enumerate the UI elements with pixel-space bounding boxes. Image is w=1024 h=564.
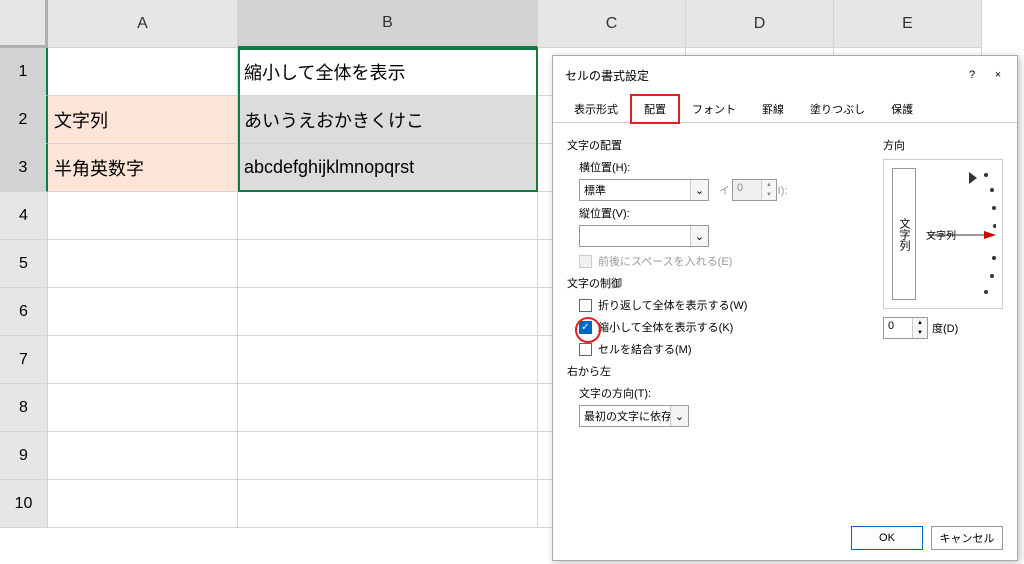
row-header-6[interactable]: 6 <box>0 288 48 336</box>
orientation-dial-icon: 文字列 <box>924 168 996 302</box>
tab-protection[interactable]: 保護 <box>878 95 926 123</box>
row-header-1[interactable]: 1 <box>0 48 48 96</box>
col-header-a[interactable]: A <box>48 0 238 48</box>
cell-a3[interactable]: 半角英数字 <box>48 144 238 192</box>
col-header-d[interactable]: D <box>686 0 834 48</box>
cell-b3[interactable]: abcdefghijklmnopqrst <box>238 144 538 192</box>
spinner-up-icon[interactable]: ▲ <box>913 318 927 328</box>
section-text-alignment: 文字の配置 <box>567 137 867 153</box>
dialog-footer: OK キャンセル <box>851 526 1003 550</box>
cell-b2[interactable]: あいうえおかきくけこ <box>238 96 538 144</box>
dialog-titlebar[interactable]: セルの書式設定 ? × <box>553 56 1017 94</box>
alignment-panel: 文字の配置 横位置(H): 標準 ⌄ インデント(I): 0 ▲▼ 縦位置(V)… <box>567 133 867 431</box>
tab-alignment[interactable]: 配置 <box>631 95 679 123</box>
degree-spinner[interactable]: 0 ▲▼ <box>883 317 928 339</box>
cell-b6[interactable] <box>238 288 538 336</box>
cell-a2[interactable]: 文字列 <box>48 96 238 144</box>
cell-b4[interactable] <box>238 192 538 240</box>
justify-distributed-label: 前後にスペースを入れる(E) <box>598 253 732 269</box>
cell-a10[interactable] <box>48 480 238 528</box>
row-header-10[interactable]: 10 <box>0 480 48 528</box>
row-header-2[interactable]: 2 <box>0 96 48 144</box>
cell-b5[interactable] <box>238 240 538 288</box>
spinner-up-icon[interactable]: ▲ <box>762 180 776 190</box>
cell-a8[interactable] <box>48 384 238 432</box>
orientation-control[interactable]: 文字列 文字列 <box>883 159 1003 309</box>
dialog-title: セルの書式設定 <box>565 67 959 84</box>
indent-spinner[interactable]: 0 ▲▼ <box>732 179 777 201</box>
horizontal-select[interactable]: 標準 ⌄ <box>579 179 709 201</box>
cell-b9[interactable] <box>238 432 538 480</box>
col-header-c[interactable]: C <box>538 0 686 48</box>
degree-label: 度(D) <box>932 320 958 336</box>
format-cells-dialog: セルの書式設定 ? × 表示形式 配置 フォント 罫線 塗りつぶし 保護 文字の… <box>552 55 1018 561</box>
shrink-to-fit-label: 縮小して全体を表示する(K) <box>598 319 733 335</box>
row-header-3[interactable]: 3 <box>0 144 48 192</box>
orientation-dial[interactable]: 文字列 <box>924 168 994 300</box>
cell-b8[interactable] <box>238 384 538 432</box>
chevron-down-icon: ⌄ <box>690 180 708 200</box>
cell-a5[interactable] <box>48 240 238 288</box>
dialog-body: 文字の配置 横位置(H): 標準 ⌄ インデント(I): 0 ▲▼ 縦位置(V)… <box>553 123 1017 441</box>
ok-button[interactable]: OK <box>851 526 923 550</box>
col-header-b[interactable]: B <box>238 0 538 48</box>
horizontal-label: 横位置(H): <box>579 159 649 175</box>
text-direction-select[interactable]: 最初の文字に依存 ⌄ <box>579 405 689 427</box>
col-header-e[interactable]: E <box>834 0 982 48</box>
dialog-tabs: 表示形式 配置 フォント 罫線 塗りつぶし 保護 <box>553 94 1017 123</box>
merge-cells-label: セルを結合する(M) <box>598 341 692 357</box>
cell-a1[interactable] <box>48 48 238 96</box>
indent-value: 0 <box>733 180 761 200</box>
cell-b7[interactable] <box>238 336 538 384</box>
tab-number-format[interactable]: 表示形式 <box>561 95 631 123</box>
tab-fill[interactable]: 塗りつぶし <box>797 95 878 123</box>
cell-a7[interactable] <box>48 336 238 384</box>
justify-distributed-checkbox <box>579 255 592 268</box>
close-button[interactable]: × <box>985 64 1011 86</box>
text-direction-value: 最初の文字に依存 <box>584 411 672 423</box>
help-button[interactable]: ? <box>959 64 985 86</box>
spinner-down-icon[interactable]: ▼ <box>913 328 927 338</box>
cell-b1[interactable]: 縮小して全体を表示 <box>238 48 538 96</box>
cell-a4[interactable] <box>48 192 238 240</box>
shrink-to-fit-checkbox[interactable]: ✓ <box>579 321 592 334</box>
wrap-text-label: 折り返して全体を表示する(W) <box>598 297 747 313</box>
row-header-9[interactable]: 9 <box>0 432 48 480</box>
merge-cells-checkbox[interactable] <box>579 343 592 356</box>
section-text-control: 文字の制御 <box>567 275 867 291</box>
vertical-label: 縦位置(V): <box>579 205 649 221</box>
cell-a9[interactable] <box>48 432 238 480</box>
tab-border[interactable]: 罫線 <box>749 95 797 123</box>
spinner-down-icon[interactable]: ▼ <box>762 190 776 200</box>
chevron-down-icon: ⌄ <box>670 406 688 426</box>
degree-value: 0 <box>884 318 912 338</box>
chevron-down-icon: ⌄ <box>690 226 708 246</box>
row-header-4[interactable]: 4 <box>0 192 48 240</box>
svg-text:文字列: 文字列 <box>926 229 956 242</box>
horizontal-value: 標準 <box>584 185 606 197</box>
row-header-7[interactable]: 7 <box>0 336 48 384</box>
orientation-panel: 方向 文字列 文字列 <box>883 133 1003 431</box>
cell-b10[interactable] <box>238 480 538 528</box>
tab-font[interactable]: フォント <box>679 95 749 123</box>
section-right-to-left: 右から左 <box>567 363 867 379</box>
section-orientation: 方向 <box>883 137 1003 153</box>
wrap-text-checkbox[interactable] <box>579 299 592 312</box>
text-direction-label: 文字の方向(T): <box>579 385 669 401</box>
select-all-corner[interactable] <box>0 0 48 48</box>
vertical-select[interactable]: ⌄ <box>579 225 709 247</box>
row-header-8[interactable]: 8 <box>0 384 48 432</box>
row-header-5[interactable]: 5 <box>0 240 48 288</box>
cancel-button[interactable]: キャンセル <box>931 526 1003 550</box>
orientation-vertical-button[interactable]: 文字列 <box>892 168 916 300</box>
cell-a6[interactable] <box>48 288 238 336</box>
